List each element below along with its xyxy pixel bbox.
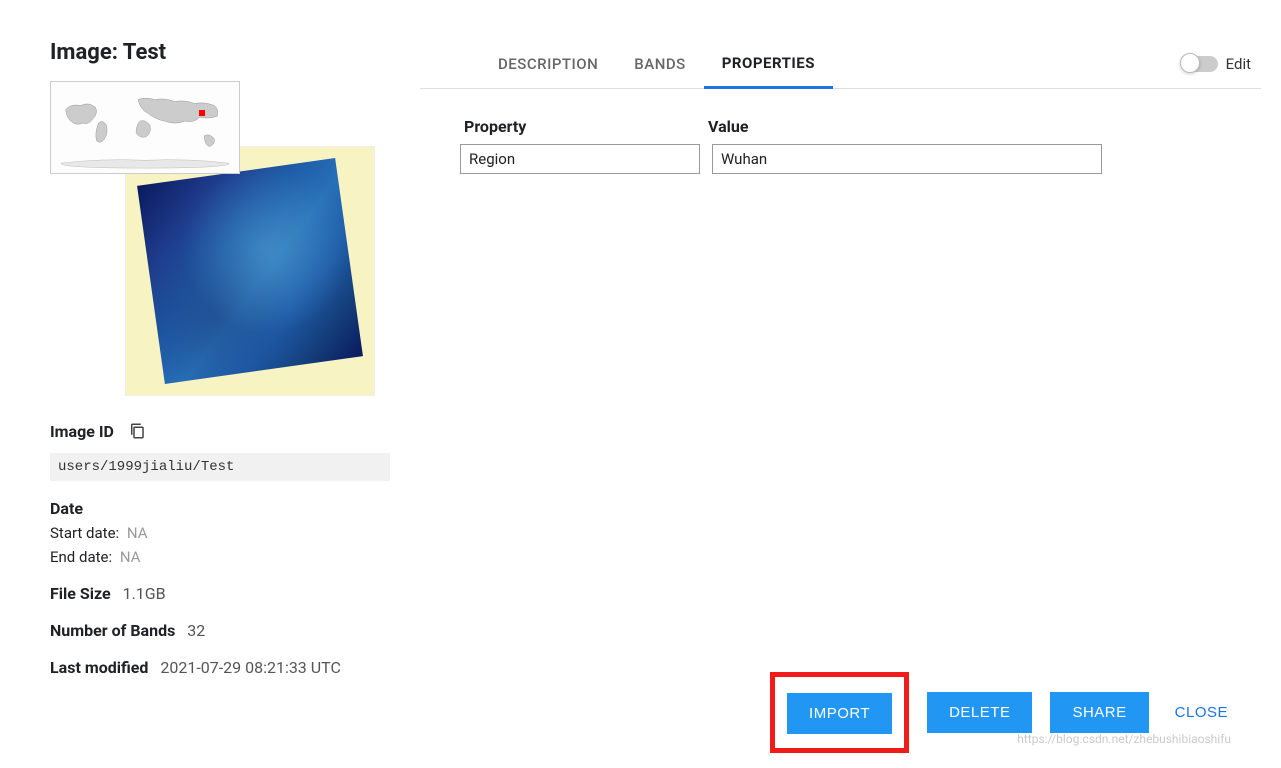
delete-button[interactable]: DELETE — [927, 692, 1032, 733]
file-size-value: 1.1GB — [123, 584, 166, 603]
tab-properties[interactable]: PROPERTIES — [704, 40, 833, 89]
edit-label: Edit — [1226, 55, 1251, 73]
image-id-value: users/1999jialiu/Test — [50, 453, 390, 481]
property-key-cell: Region — [460, 144, 700, 174]
preview-area — [50, 81, 390, 401]
share-button[interactable]: SHARE — [1050, 692, 1148, 733]
page-title: Image: Test — [50, 40, 390, 65]
bands-value: 32 — [187, 621, 205, 640]
image-id-label: Image ID — [50, 422, 114, 441]
minimap-thumbnail — [50, 81, 240, 174]
button-bar: IMPORT DELETE SHARE CLOSE — [770, 672, 1236, 753]
date-heading: Date — [50, 499, 83, 518]
property-header-key: Property — [460, 117, 660, 136]
property-value-cell: Wuhan — [712, 144, 1102, 174]
copy-icon[interactable] — [128, 421, 146, 445]
end-date-label: End date: — [50, 548, 112, 566]
satellite-tile — [137, 158, 363, 384]
file-size-label: File Size — [50, 584, 111, 603]
property-header-value: Value — [708, 117, 749, 136]
tab-description[interactable]: DESCRIPTION — [480, 41, 616, 87]
import-button[interactable]: IMPORT — [787, 693, 892, 734]
minimap-marker — [199, 110, 205, 116]
property-row: Region Wuhan — [460, 144, 1221, 174]
tab-bands[interactable]: BANDS — [616, 41, 703, 87]
close-button[interactable]: CLOSE — [1167, 692, 1236, 733]
last-modified-value: 2021-07-29 08:21:33 UTC — [160, 658, 341, 677]
bands-label: Number of Bands — [50, 621, 175, 640]
image-preview — [125, 146, 375, 396]
last-modified-label: Last modified — [50, 658, 148, 677]
edit-toggle[interactable] — [1182, 56, 1218, 72]
start-date-value: NA — [127, 524, 148, 542]
import-highlight-box: IMPORT — [770, 672, 909, 753]
tabs-row: DESCRIPTION BANDS PROPERTIES Edit — [420, 40, 1261, 89]
end-date-value: NA — [120, 548, 141, 566]
start-date-label: Start date: — [50, 524, 119, 542]
